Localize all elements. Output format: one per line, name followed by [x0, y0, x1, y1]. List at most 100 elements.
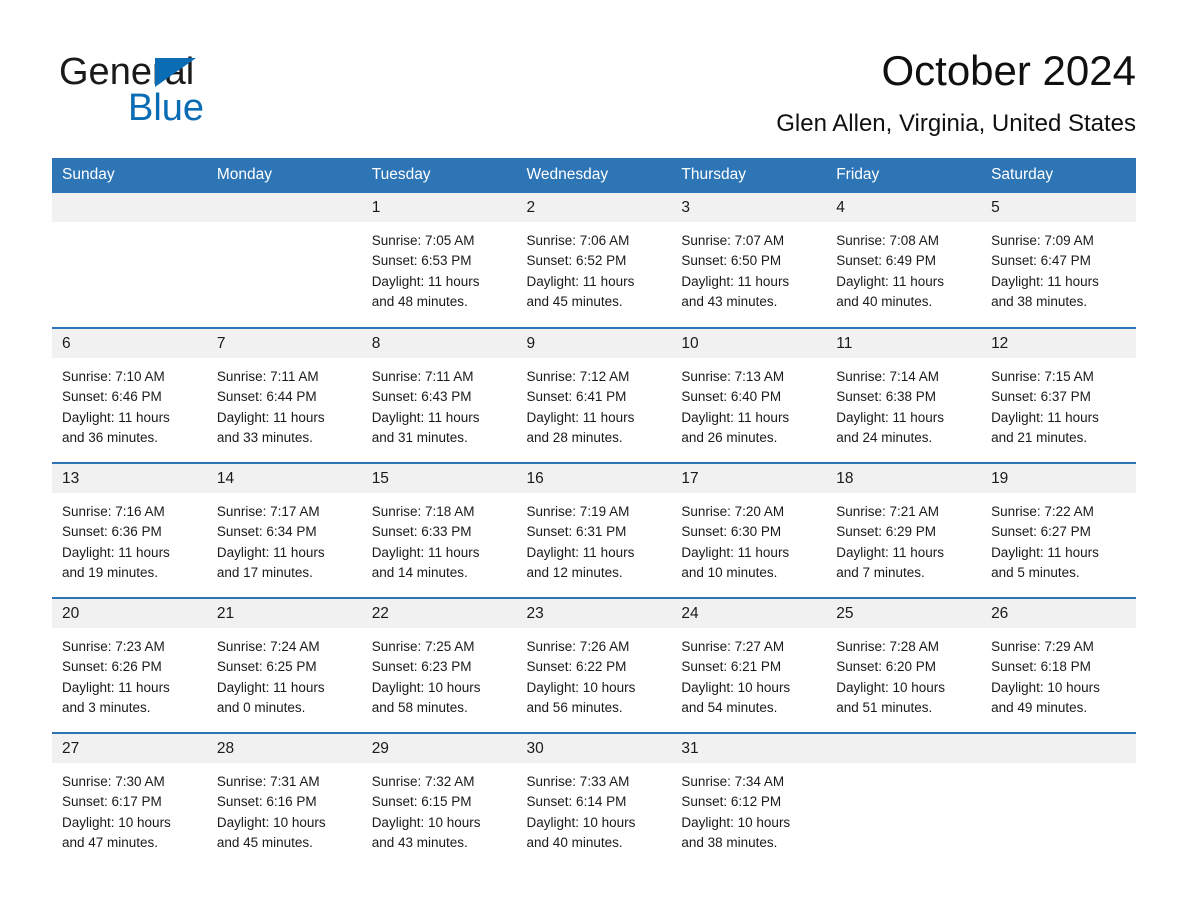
sunrise-text: Sunrise: 7:21 AM	[836, 504, 940, 519]
calendar-body: 1 Sunrise: 7:05 AM Sunset: 6:53 PM Dayli…	[52, 193, 1136, 868]
day-number-band: 28	[206, 734, 362, 763]
sunset-text: Sunset: 6:41 PM	[526, 389, 627, 405]
weekday-header-saturday: Saturday	[981, 158, 1136, 193]
day-number-band: 2	[516, 193, 672, 222]
day-cell[interactable]: 5 Sunrise: 7:09 AM Sunset: 6:47 PM Dayli…	[981, 193, 1136, 328]
day-cell[interactable]: 25 Sunrise: 7:28 AM Sunset: 6:20 PM Dayl…	[826, 598, 982, 733]
daylight-text-line1: Daylight: 11 hours	[991, 409, 1099, 425]
day-cell[interactable]: 28 Sunrise: 7:31 AM Sunset: 6:16 PM Dayl…	[206, 733, 362, 868]
day-details: Sunrise: 7:08 AM Sunset: 6:49 PM Dayligh…	[826, 222, 981, 312]
day-cell[interactable]: 6 Sunrise: 7:10 AM Sunset: 6:46 PM Dayli…	[52, 328, 207, 463]
day-number: 5	[991, 199, 1000, 216]
day-cell[interactable]: 1 Sunrise: 7:05 AM Sunset: 6:53 PM Dayli…	[361, 193, 517, 328]
day-details: Sunrise: 7:11 AM Sunset: 6:43 PM Dayligh…	[362, 358, 517, 448]
sunrise-text: Sunrise: 7:27 AM	[681, 639, 785, 654]
page-subtitle: Glen Allen, Virginia, United States	[776, 110, 1136, 137]
day-details: Sunrise: 7:07 AM Sunset: 6:50 PM Dayligh…	[671, 222, 826, 312]
general-blue-logo[interactable]: General Blue	[59, 52, 389, 134]
day-cell[interactable]: 22 Sunrise: 7:25 AM Sunset: 6:23 PM Dayl…	[361, 598, 517, 733]
day-number-band: 23	[516, 599, 672, 628]
day-cell[interactable]: 11 Sunrise: 7:14 AM Sunset: 6:38 PM Dayl…	[826, 328, 982, 463]
day-cell[interactable]: 19 Sunrise: 7:22 AM Sunset: 6:27 PM Dayl…	[981, 463, 1136, 598]
day-number: 25	[836, 605, 854, 622]
day-details: Sunrise: 7:30 AM Sunset: 6:17 PM Dayligh…	[52, 763, 207, 853]
day-cell[interactable]: 30 Sunrise: 7:33 AM Sunset: 6:14 PM Dayl…	[516, 733, 672, 868]
day-cell[interactable]: 4 Sunrise: 7:08 AM Sunset: 6:49 PM Dayli…	[826, 193, 982, 328]
day-details: Sunrise: 7:13 AM Sunset: 6:40 PM Dayligh…	[671, 358, 826, 448]
day-cell[interactable]: 13 Sunrise: 7:16 AM Sunset: 6:36 PM Dayl…	[52, 463, 207, 598]
day-cell[interactable]: 12 Sunrise: 7:15 AM Sunset: 6:37 PM Dayl…	[981, 328, 1136, 463]
day-cell[interactable]: 18 Sunrise: 7:21 AM Sunset: 6:29 PM Dayl…	[826, 463, 982, 598]
daylight-text-line1: Daylight: 11 hours	[371, 273, 480, 289]
sunset-text: Sunset: 6:25 PM	[216, 659, 317, 675]
sunrise-text: Sunrise: 7:33 AM	[526, 774, 630, 789]
day-cell[interactable]: 21 Sunrise: 7:24 AM Sunset: 6:25 PM Dayl…	[206, 598, 362, 733]
day-cell[interactable]: 31 Sunrise: 7:34 AM Sunset: 6:12 PM Dayl…	[671, 733, 827, 868]
day-cell[interactable]: 14 Sunrise: 7:17 AM Sunset: 6:34 PM Dayl…	[206, 463, 362, 598]
day-cell[interactable]: 23 Sunrise: 7:26 AM Sunset: 6:22 PM Dayl…	[516, 598, 672, 733]
day-cell[interactable]: 17 Sunrise: 7:20 AM Sunset: 6:30 PM Dayl…	[671, 463, 827, 598]
sunset-text: Sunset: 6:37 PM	[991, 389, 1091, 405]
daylight-text-line1: Daylight: 10 hours	[371, 679, 481, 695]
day-cell[interactable]: 10 Sunrise: 7:13 AM Sunset: 6:40 PM Dayl…	[671, 328, 827, 463]
day-cell[interactable]: 29 Sunrise: 7:32 AM Sunset: 6:15 PM Dayl…	[361, 733, 517, 868]
sunrise-text: Sunrise: 7:14 AM	[836, 369, 940, 384]
day-cell	[826, 733, 982, 868]
sunset-text: Sunset: 6:27 PM	[991, 524, 1091, 540]
daylight-text-line2: and 31 minutes.	[371, 429, 468, 445]
daylight-text-line1: Daylight: 10 hours	[836, 679, 946, 695]
day-cell[interactable]: 20 Sunrise: 7:23 AM Sunset: 6:26 PM Dayl…	[52, 598, 207, 733]
day-number-band: 4	[826, 193, 982, 222]
sunrise-text: Sunrise: 7:30 AM	[62, 774, 165, 789]
day-details: Sunrise: 7:10 AM Sunset: 6:46 PM Dayligh…	[52, 358, 207, 448]
day-cell[interactable]: 24 Sunrise: 7:27 AM Sunset: 6:21 PM Dayl…	[671, 598, 827, 733]
sunset-text: Sunset: 6:20 PM	[836, 659, 937, 675]
day-number-band: 27	[52, 734, 207, 763]
sunrise-text: Sunrise: 7:19 AM	[526, 504, 630, 519]
day-details: Sunrise: 7:19 AM Sunset: 6:31 PM Dayligh…	[517, 493, 672, 583]
day-number-band: 3	[671, 193, 827, 222]
weekday-header-sunday: Sunday	[52, 158, 207, 193]
sunrise-text: Sunrise: 7:12 AM	[526, 369, 630, 384]
day-cell[interactable]: 7 Sunrise: 7:11 AM Sunset: 6:44 PM Dayli…	[206, 328, 362, 463]
sunset-text: Sunset: 6:21 PM	[681, 659, 782, 675]
sunrise-text: Sunrise: 7:11 AM	[216, 369, 319, 384]
daylight-text-line1: Daylight: 11 hours	[62, 409, 170, 425]
day-details: Sunrise: 7:32 AM Sunset: 6:15 PM Dayligh…	[362, 763, 517, 853]
daylight-text-line1: Daylight: 11 hours	[836, 544, 945, 560]
day-number: 7	[216, 335, 226, 352]
daylight-text-line2: and 40 minutes.	[836, 293, 933, 309]
day-cell[interactable]: 3 Sunrise: 7:07 AM Sunset: 6:50 PM Dayli…	[671, 193, 827, 328]
sunrise-text: Sunrise: 7:18 AM	[371, 504, 475, 519]
day-number-band: 11	[826, 329, 982, 358]
logo-triangle-icon	[155, 58, 196, 87]
day-number: 23	[526, 605, 544, 622]
day-number-band: 22	[361, 599, 517, 628]
daylight-text-line2: and 38 minutes.	[991, 293, 1088, 309]
day-cell[interactable]: 15 Sunrise: 7:18 AM Sunset: 6:33 PM Dayl…	[361, 463, 517, 598]
sunset-text: Sunset: 6:34 PM	[216, 524, 317, 540]
daylight-text-line2: and 54 minutes.	[681, 699, 778, 715]
day-details: Sunrise: 7:05 AM Sunset: 6:53 PM Dayligh…	[362, 222, 517, 312]
daylight-text-line1: Daylight: 11 hours	[526, 544, 635, 560]
day-cell[interactable]: 26 Sunrise: 7:29 AM Sunset: 6:18 PM Dayl…	[981, 598, 1136, 733]
daylight-text-line2: and 19 minutes.	[62, 564, 159, 580]
daylight-text-line1: Daylight: 10 hours	[681, 679, 791, 695]
day-cell[interactable]: 27 Sunrise: 7:30 AM Sunset: 6:17 PM Dayl…	[52, 733, 207, 868]
day-details: Sunrise: 7:16 AM Sunset: 6:36 PM Dayligh…	[52, 493, 207, 583]
daylight-text-line2: and 47 minutes.	[62, 834, 159, 850]
sunrise-text: Sunrise: 7:26 AM	[526, 639, 630, 654]
sunrise-text: Sunrise: 7:05 AM	[371, 233, 475, 248]
sunrise-text: Sunrise: 7:34 AM	[681, 774, 785, 789]
daylight-text-line1: Daylight: 11 hours	[526, 273, 635, 289]
day-cell[interactable]: 16 Sunrise: 7:19 AM Sunset: 6:31 PM Dayl…	[516, 463, 672, 598]
daylight-text-line2: and 3 minutes.	[62, 699, 151, 715]
sunrise-text: Sunrise: 7:23 AM	[62, 639, 165, 654]
day-cell[interactable]: 8 Sunrise: 7:11 AM Sunset: 6:43 PM Dayli…	[361, 328, 517, 463]
day-number: 28	[216, 740, 235, 757]
day-cell[interactable]: 2 Sunrise: 7:06 AM Sunset: 6:52 PM Dayli…	[516, 193, 672, 328]
day-cell[interactable]: 9 Sunrise: 7:12 AM Sunset: 6:41 PM Dayli…	[516, 328, 672, 463]
day-number-band: 19	[981, 464, 1136, 493]
day-details: Sunrise: 7:24 AM Sunset: 6:25 PM Dayligh…	[207, 628, 362, 718]
day-number: 6	[62, 335, 71, 352]
